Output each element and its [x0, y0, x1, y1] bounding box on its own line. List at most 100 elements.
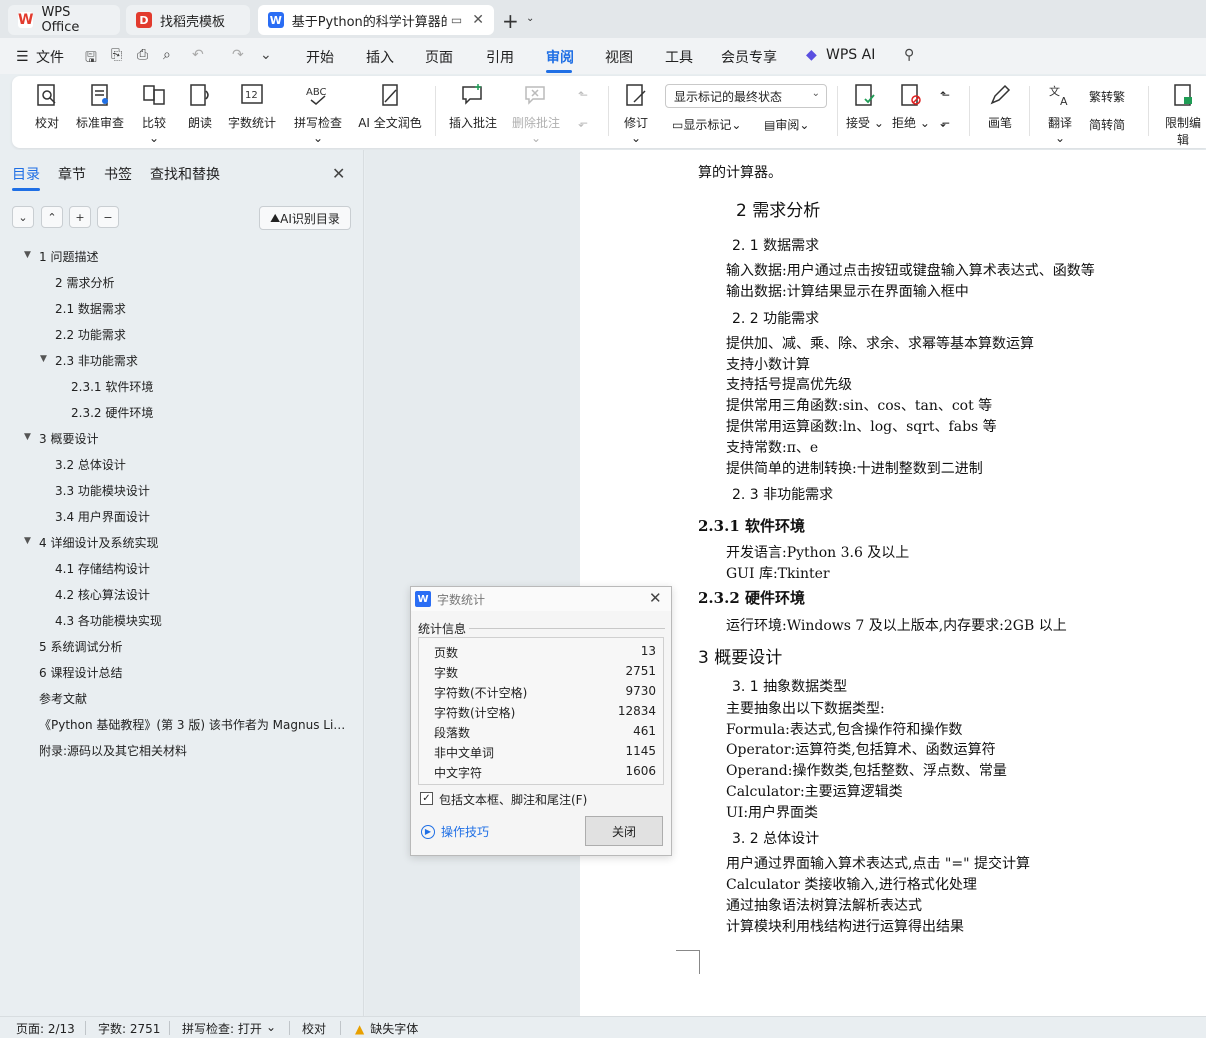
ink-button[interactable]: 画笔: [986, 82, 1014, 131]
to-traditional-button[interactable]: 繁转繁: [1089, 88, 1125, 105]
ai-polish-button[interactable]: AI 全文润色: [357, 82, 423, 131]
toc-item[interactable]: 《Python 基础教程》(第 3 版) 该书作者为 Magnus Li…: [39, 716, 345, 734]
menu-wps-ai[interactable]: WPS AI: [826, 47, 875, 63]
toc-item[interactable]: ▼ 4 详细设计及系统实现: [24, 534, 159, 552]
redo-icon[interactable]: ↷: [232, 47, 244, 63]
toc-item[interactable]: 2.1 数据需求: [55, 300, 126, 318]
chevron-down-icon[interactable]: ⌄: [266, 1020, 276, 1034]
document-page[interactable]: 算的计算器。 2 需求分析 2. 1 数据需求 输入数据:用户通过点击按钮或键盘…: [580, 150, 1206, 1016]
expand-triangle-icon[interactable]: ▼: [24, 432, 31, 442]
read-aloud-button[interactable]: 朗读: [187, 82, 213, 131]
to-simplified-button[interactable]: 简转简: [1089, 116, 1125, 133]
add-heading-button[interactable]: +: [69, 206, 91, 228]
save-icon[interactable]: 🖫: [85, 47, 97, 71]
delete-comment-button[interactable]: 删除批注 ⌄: [508, 82, 564, 145]
toc-item-label: 4 详细设计及系统实现: [39, 536, 159, 550]
toc-item[interactable]: 2.3.2 硬件环境: [71, 404, 153, 422]
nav-tab-bookmarks[interactable]: 书签: [104, 164, 132, 184]
stat-label: 字符数(不计空格): [434, 686, 528, 700]
previous-comment-icon[interactable]: ⬑: [578, 88, 588, 102]
tab-document[interactable]: W 基于Python的科学计算器的实 ▭ ✕: [258, 5, 494, 35]
chevron-down-icon[interactable]: ⌄: [526, 13, 534, 24]
close-tab-icon[interactable]: ✕: [472, 12, 484, 28]
previous-change-icon[interactable]: ⬑: [940, 88, 950, 102]
toc-item[interactable]: 2.3.1 软件环境: [71, 378, 153, 396]
markup-state-select[interactable]: 显示标记的最终状态 ⌄: [665, 84, 827, 108]
menu-insert[interactable]: 插入: [366, 47, 394, 67]
accept-button[interactable]: 接受 ⌄: [846, 82, 884, 131]
review-pane-button[interactable]: ▤ 审阅 ⌄: [764, 116, 809, 133]
export-icon[interactable]: ⎘: [111, 47, 122, 63]
nav-tab-find-replace[interactable]: 查找和替换: [150, 164, 220, 184]
proofread-status[interactable]: 校对: [302, 1020, 326, 1037]
more-chevron-icon[interactable]: ⌄: [260, 47, 272, 63]
include-footnotes-checkbox[interactable]: ✓: [420, 792, 433, 805]
page-margin-mark: [676, 950, 700, 974]
collapse-up-button[interactable]: ⌃: [41, 206, 63, 228]
ai-toc-button[interactable]: ⛰ AI识别目录: [259, 206, 351, 230]
expand-triangle-icon[interactable]: ▼: [24, 250, 31, 260]
compare-button[interactable]: 比较 ⌄: [136, 82, 172, 145]
hamburger-icon[interactable]: ☰: [16, 49, 29, 65]
insert-comment-button[interactable]: 插入批注: [448, 82, 498, 131]
toc-item[interactable]: 4.1 存储结构设计: [55, 560, 150, 578]
new-tab-icon[interactable]: +: [502, 9, 519, 33]
menu-view[interactable]: 视图: [605, 47, 633, 67]
expand-triangle-icon[interactable]: ▼: [40, 354, 47, 364]
std-review-button[interactable]: 标准审查: [75, 82, 125, 131]
expand-down-button[interactable]: ⌄: [12, 206, 34, 228]
toc-item[interactable]: 6 课程设计总结: [39, 664, 122, 682]
nav-tab-toc[interactable]: 目录: [12, 164, 40, 184]
translate-button[interactable]: 文A 翻译 ⌄: [1042, 82, 1078, 145]
missing-font-status[interactable]: ▲ 缺失字体: [355, 1020, 418, 1037]
menu-references[interactable]: 引用: [486, 47, 514, 67]
menu-tools[interactable]: 工具: [665, 47, 693, 67]
expand-triangle-icon[interactable]: ▼: [24, 536, 31, 546]
restrict-edit-button[interactable]: 限制编辑: [1160, 82, 1206, 148]
close-button[interactable]: 关闭: [585, 816, 663, 846]
toc-item[interactable]: ▼ 3 概要设计: [24, 430, 98, 448]
show-markup-button[interactable]: ▭ 显示标记 ⌄: [672, 116, 741, 133]
dialog-close-icon[interactable]: ✕: [649, 589, 662, 607]
toc-item[interactable]: 3.4 用户界面设计: [55, 508, 150, 526]
search-icon[interactable]: ⚲: [904, 47, 914, 63]
toc-item[interactable]: ▼ 2.3 非功能需求: [40, 352, 138, 370]
toc-item[interactable]: 2 需求分析: [55, 274, 114, 292]
spell-check-button[interactable]: ABC 拼写检查 ⌄: [288, 82, 348, 145]
next-comment-icon[interactable]: ⬐: [578, 116, 588, 130]
toc-item[interactable]: ▼ 1 问题描述: [24, 248, 98, 266]
doc-heading-2-1: 2. 1 数据需求: [732, 238, 820, 254]
spell-check-status[interactable]: 拼写检查: 打开: [182, 1020, 262, 1037]
toc-item[interactable]: 附录:源码以及其它相关材料: [39, 742, 187, 760]
menu-page[interactable]: 页面: [425, 47, 453, 67]
print-preview-icon[interactable]: ⌕: [163, 47, 171, 63]
word-count-indicator[interactable]: 字数: 2751: [98, 1020, 160, 1037]
print-icon[interactable]: ⎙: [137, 47, 148, 63]
track-changes-button[interactable]: 修订 ⌄: [618, 82, 654, 145]
menu-home[interactable]: 开始: [306, 47, 334, 67]
toc-item[interactable]: 4.2 核心算法设计: [55, 586, 150, 604]
tips-link[interactable]: ▶ 操作技巧: [421, 823, 489, 840]
menu-review[interactable]: 审阅: [546, 47, 574, 67]
menu-file[interactable]: 文件: [36, 47, 64, 67]
toc-item[interactable]: 3.2 总体设计: [55, 456, 126, 474]
toc-item[interactable]: 4.3 各功能模块实现: [55, 612, 162, 630]
remove-heading-button[interactable]: −: [97, 206, 119, 228]
dialog-title: 字数统计: [437, 593, 486, 607]
toc-item[interactable]: 5 系统调试分析: [39, 638, 122, 656]
tab-templates[interactable]: D 找稻壳模板: [126, 5, 250, 35]
menu-membership[interactable]: 会员专享: [721, 47, 777, 67]
close-pane-icon[interactable]: ✕: [332, 164, 345, 183]
toc-item[interactable]: 2.2 功能需求: [55, 326, 126, 344]
reject-button[interactable]: 拒绝 ⌄: [892, 82, 930, 131]
page-indicator[interactable]: 页面: 2/13: [16, 1020, 75, 1037]
tab-wps-office[interactable]: W WPS Office: [8, 5, 120, 35]
next-change-icon[interactable]: ⬐: [940, 116, 950, 130]
dialog-titlebar[interactable]: W 字数统计 ✕: [411, 587, 671, 611]
toc-item[interactable]: 参考文献: [39, 690, 87, 708]
toc-item[interactable]: 3.3 功能模块设计: [55, 482, 150, 500]
nav-tab-chapters[interactable]: 章节: [58, 164, 86, 184]
proofread-button[interactable]: 校对: [32, 82, 62, 131]
undo-icon[interactable]: ↶: [192, 47, 204, 63]
word-count-button[interactable]: 12 字数统计: [227, 82, 277, 131]
